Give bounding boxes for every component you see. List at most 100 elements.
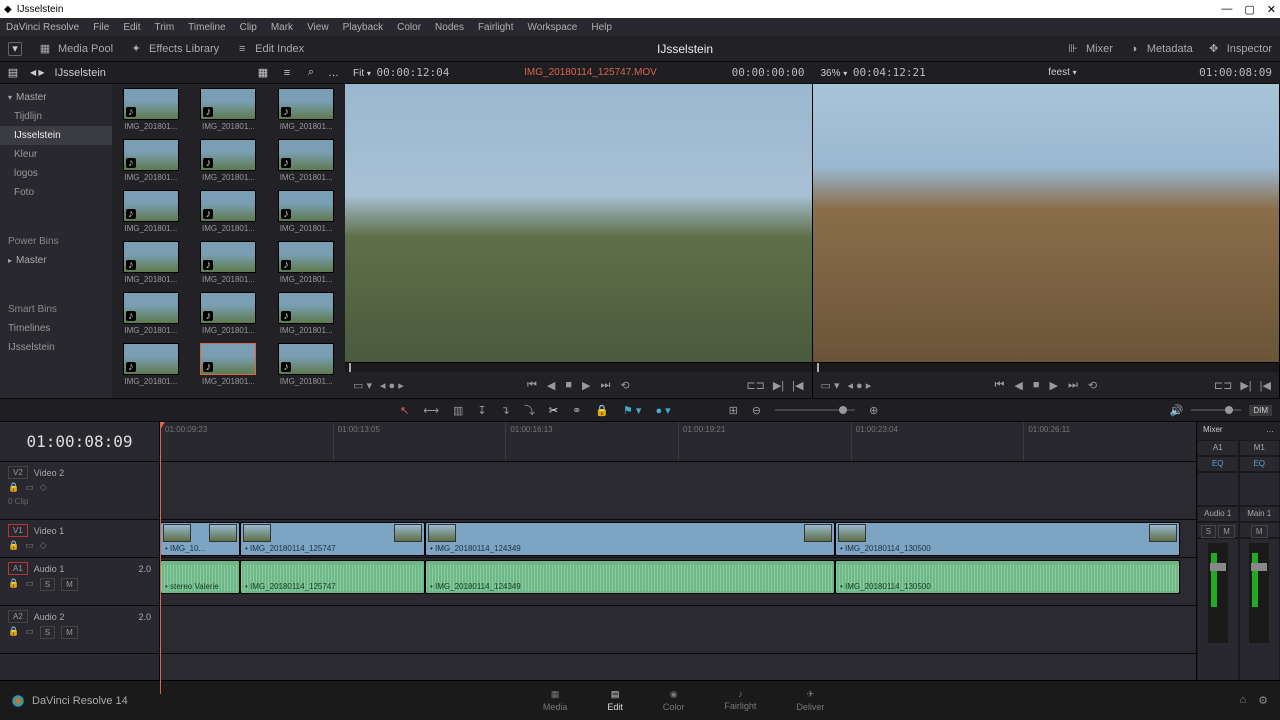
menu-item[interactable]: Playback <box>343 22 384 33</box>
prev-button[interactable]: ◀ <box>1014 379 1022 392</box>
media-clip[interactable]: ♪IMG_201801... <box>273 139 339 182</box>
goto-out-button[interactable]: |◀ <box>1260 379 1271 392</box>
stop-button[interactable]: ■ <box>1033 379 1040 391</box>
link-icon[interactable]: ⚭ <box>572 404 581 417</box>
tab-deliver[interactable]: ✈Deliver <box>796 689 824 712</box>
track-v1-lane[interactable]: • IMG_10...• IMG_20180114_125747• IMG_20… <box>160 520 1196 558</box>
menu-item[interactable]: Color <box>397 22 421 33</box>
track-header-v1[interactable]: V1Video 1 🔒▭◇ <box>0 520 159 558</box>
sidebar-item[interactable]: logos <box>0 164 112 183</box>
match-frame-icon[interactable]: ◂ ● ▸ <box>380 379 404 392</box>
smart-bin-item[interactable]: Timelines <box>0 319 112 338</box>
sidebar-item[interactable]: Foto <box>0 183 112 202</box>
menu-item[interactable]: View <box>307 22 329 33</box>
track-a1-lane[interactable]: • stereo Valerie• IMG_20180114_125747• I… <box>160 558 1196 606</box>
toggle-icon[interactable]: ▭ <box>25 626 34 639</box>
media-clip[interactable]: ♪IMG_201801... <box>196 190 262 233</box>
more-icon[interactable]: … <box>1266 425 1274 437</box>
program-monitor[interactable] <box>813 84 1280 362</box>
solo-button[interactable]: S <box>40 626 55 639</box>
lock-icon[interactable]: 🔒 <box>595 404 609 417</box>
first-frame-button[interactable]: ⏮ <box>527 379 537 392</box>
in-out-icon[interactable]: ⊏⊐ <box>1214 379 1232 392</box>
goto-in-button[interactable]: ▶| <box>1240 379 1251 392</box>
next-button[interactable]: ⏭ <box>600 379 610 392</box>
insert-icon[interactable]: ↧ <box>477 404 486 417</box>
menu-item[interactable]: Clip <box>240 22 257 33</box>
lock-icon[interactable]: 🔒 <box>8 482 19 493</box>
expand-icon[interactable]: ▾ <box>8 42 22 56</box>
media-pool-button[interactable]: ▦Media Pool <box>38 42 113 56</box>
replace-icon[interactable]: ⤵ <box>524 402 535 418</box>
goto-out-button[interactable]: |◀ <box>792 379 803 392</box>
prev-button[interactable]: ◀ <box>547 379 555 392</box>
media-clip[interactable]: ♪IMG_201801... <box>118 343 184 386</box>
master-bin[interactable]: ▾Master <box>0 88 112 107</box>
timeline-clip[interactable]: • IMG_20180114_125747 <box>240 560 425 594</box>
media-clip[interactable]: ♪IMG_201801... <box>196 88 262 131</box>
edit-index-button[interactable]: ≡Edit Index <box>235 42 304 56</box>
timeline-timecode[interactable]: 01:00:08:09 <box>0 422 159 462</box>
pointer-icon[interactable]: ↖ <box>400 404 409 417</box>
menu-item[interactable]: Nodes <box>435 22 464 33</box>
viewer-mode-icon[interactable]: ▭ ▾ <box>821 379 840 392</box>
track-header-a2[interactable]: A2Audio 22.0 🔒▭SM <box>0 606 159 654</box>
mixer-button[interactable]: ⊪Mixer <box>1066 42 1113 56</box>
menu-item[interactable]: Fairlight <box>478 22 514 33</box>
media-clip[interactable]: ♪IMG_201801... <box>118 88 184 131</box>
home-button[interactable]: ⌂ <box>1239 694 1246 707</box>
viewer-mode-icon[interactable]: ▭ ▾ <box>353 379 372 392</box>
track-a2-lane[interactable] <box>160 606 1196 654</box>
media-clip[interactable]: ♪IMG_201801... <box>273 292 339 335</box>
match-frame-icon[interactable]: ◂ ● ▸ <box>847 379 871 392</box>
menu-item[interactable]: Trim <box>155 22 175 33</box>
menu-item[interactable]: DaVinci Resolve <box>6 22 79 33</box>
mute-button[interactable]: M <box>61 626 78 639</box>
loop-button[interactable]: ⟲ <box>620 379 629 392</box>
settings-button[interactable]: ⚙ <box>1258 694 1268 707</box>
timeline-ruler[interactable]: 01:00:09:23 01:00:13:05 01:00:16:13 01:0… <box>160 422 1196 462</box>
lock-icon[interactable]: 🔒 <box>8 540 19 551</box>
menu-item[interactable]: Help <box>591 22 612 33</box>
maximize-button[interactable]: ▢ <box>1244 3 1254 16</box>
stop-button[interactable]: ■ <box>565 379 572 391</box>
track-header-a1[interactable]: A1Audio 12.0 🔒▭SM <box>0 558 159 606</box>
media-clip[interactable]: ♪IMG_201801... <box>196 241 262 284</box>
toggle-icon[interactable]: ▭ <box>25 578 34 591</box>
speaker-icon[interactable]: 🔊 <box>1170 404 1184 417</box>
menu-item[interactable]: File <box>93 22 109 33</box>
source-clip-name[interactable]: IMG_20180114_125747.MOV <box>524 67 657 78</box>
zoom-in-icon[interactable]: ⊕ <box>869 404 878 417</box>
metadata-button[interactable]: ◑Metadata <box>1127 42 1193 56</box>
solo-button[interactable]: S <box>1201 525 1216 538</box>
play-button[interactable]: ▶ <box>582 379 590 392</box>
mute-button[interactable]: M <box>1251 525 1268 538</box>
smart-bin-item[interactable]: IJsselstein <box>0 338 112 357</box>
lock-icon[interactable]: 🔒 <box>8 626 19 639</box>
search-icon[interactable]: ⌕ <box>304 66 318 80</box>
timeline-clip[interactable]: • IMG_20180114_124349 <box>425 560 835 594</box>
media-clip[interactable]: ♪IMG_201801... <box>196 139 262 182</box>
track-v2-lane[interactable] <box>160 462 1196 520</box>
close-button[interactable]: ✕ <box>1267 3 1276 16</box>
sidebar-item[interactable]: Kleur <box>0 145 112 164</box>
playhead[interactable] <box>160 422 161 694</box>
volume-slider[interactable] <box>1191 409 1241 411</box>
loop-button[interactable]: ⟲ <box>1088 379 1097 392</box>
play-button[interactable]: ▶ <box>1049 379 1057 392</box>
in-out-icon[interactable]: ⊏⊐ <box>746 379 764 392</box>
zoom-dropdown[interactable]: 36% ▾ <box>821 68 848 79</box>
source-scrubber[interactable] <box>345 362 812 372</box>
pan-knob[interactable] <box>1197 472 1239 506</box>
media-clip[interactable]: ♪IMG_201801... <box>118 241 184 284</box>
media-clip[interactable]: ♪IMG_201801... <box>196 292 262 335</box>
media-clip[interactable]: ♪IMG_201801... <box>273 241 339 284</box>
dim-button[interactable]: DIM <box>1249 405 1272 416</box>
toggle-icon[interactable]: ▭ <box>25 482 34 493</box>
source-monitor[interactable] <box>345 84 812 362</box>
fader[interactable] <box>1208 543 1228 643</box>
sidebar-item[interactable]: Tijdlijn <box>0 107 112 126</box>
program-scrubber[interactable] <box>813 362 1280 372</box>
media-clip[interactable]: ♪IMG_201801... <box>118 139 184 182</box>
inspector-button[interactable]: ✥Inspector <box>1207 42 1272 56</box>
